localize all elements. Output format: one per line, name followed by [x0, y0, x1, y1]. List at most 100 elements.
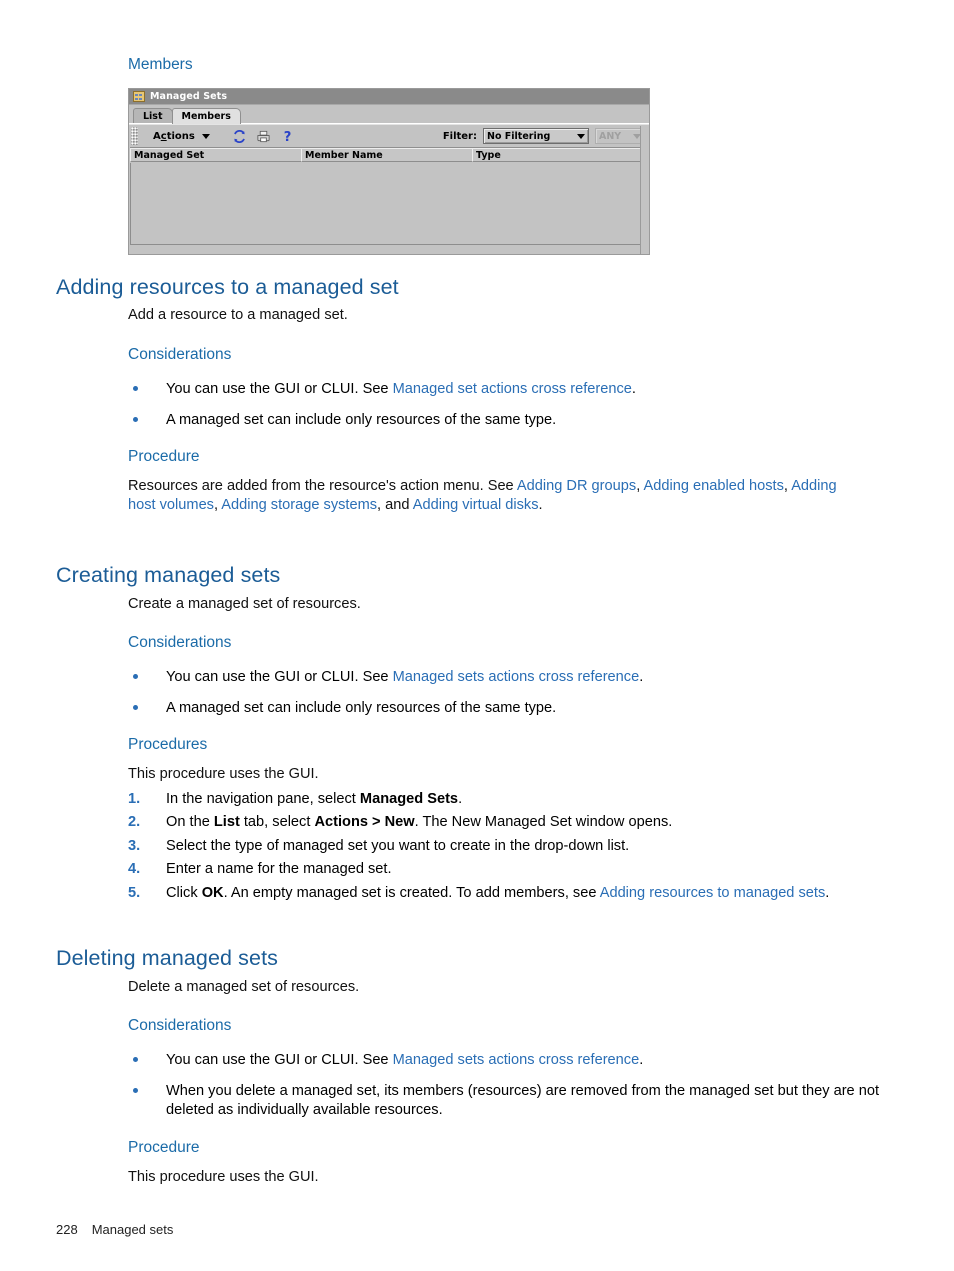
creating-procedures-heading: Procedures — [128, 736, 208, 753]
procedure-text-post: . — [538, 497, 543, 514]
list-item: A managed set can include only resources… — [128, 411, 888, 430]
step-bold-term: OK — [201, 884, 224, 901]
deleting-considerations-list: You can use the GUI or CLUI. See Managed… — [128, 1051, 888, 1132]
creating-steps-list: 1. In the navigation pane, select Manage… — [128, 790, 868, 907]
match-select-value: ANY — [599, 130, 622, 142]
step-number: 3. — [128, 837, 141, 854]
cross-reference-link[interactable]: Managed sets actions cross reference — [393, 1052, 640, 1068]
screenshot-toolbar: Ac tions ? Filter: No Filtering ANY — [129, 124, 649, 147]
step-text-mid: tab, select — [239, 814, 315, 831]
link-adding-enabled-hosts[interactable]: Adding enabled hosts — [644, 478, 784, 494]
list-item: You can use the GUI or CLUI. See Managed… — [128, 668, 888, 687]
chevron-down-icon — [577, 133, 585, 139]
creating-considerations-heading: Considerations — [128, 634, 232, 651]
filter-label: Filter: — [442, 130, 477, 142]
footer-section-label: Managed sets — [91, 1222, 174, 1237]
step-number: 1. — [128, 791, 141, 807]
sep: , — [636, 478, 644, 494]
print-icon[interactable] — [256, 129, 271, 144]
list-item: 3. Select the type of managed set you wa… — [128, 837, 868, 856]
footer-page-number: 228 — [56, 1222, 78, 1237]
managed-sets-icon — [133, 91, 145, 102]
page-subheading-members: Members — [128, 56, 193, 73]
column-header-managed-set[interactable]: Managed Set — [130, 148, 302, 162]
list-item: 4. Enter a name for the managed set. — [128, 860, 868, 879]
filter-select[interactable]: No Filtering — [483, 128, 589, 144]
step-number: 2. — [128, 814, 141, 831]
svg-text:?: ? — [284, 130, 292, 144]
step-bold-term-2: Actions > New — [314, 814, 415, 831]
bullet-text: A managed set can include only resources… — [166, 411, 557, 428]
filter-controls: Filter: No Filtering ANY — [443, 128, 645, 144]
link-adding-dr-groups[interactable]: Adding DR groups — [517, 478, 636, 494]
adding-considerations-list: You can use the GUI or CLUI. See Managed… — [128, 380, 888, 442]
bullet-dot-icon — [133, 1057, 138, 1062]
bullet-text: A managed set can include only resources… — [166, 699, 557, 716]
step-number: 5. — [128, 884, 141, 901]
bullet-text-post: . — [631, 381, 636, 397]
bullet-dot-icon — [133, 386, 138, 391]
link-adding-storage-systems[interactable]: Adding storage systems — [221, 497, 377, 513]
step-text-post: . The New Managed Set window opens. — [414, 814, 673, 831]
bullet-dot-icon — [133, 674, 138, 679]
page-footer: 228 Managed sets — [56, 1222, 173, 1237]
screenshot-tabstrip: List Members — [129, 105, 649, 124]
procedure-text-pre: Resources are added from the resource's … — [128, 478, 517, 494]
section-heading-deleting: Deleting managed sets — [56, 946, 279, 970]
column-header-type[interactable]: Type — [472, 148, 649, 162]
adding-intro-text: Add a resource to a managed set. — [128, 307, 348, 323]
bullet-text-pre: You can use the GUI or CLUI. See — [166, 381, 393, 397]
bullet-text-pre: You can use the GUI or CLUI. See — [166, 669, 393, 685]
managed-sets-screenshot: Managed Sets List Members Ac tions ? Fil… — [128, 88, 650, 255]
refresh-icon[interactable] — [232, 129, 247, 144]
chevron-down-icon — [201, 133, 210, 139]
cross-reference-link[interactable]: Managed sets actions cross reference — [393, 669, 640, 685]
link-adding-virtual-disks[interactable]: Adding virtual disks — [413, 497, 539, 513]
list-item: 1. In the navigation pane, select Manage… — [128, 790, 868, 809]
section-heading-creating: Creating managed sets — [56, 563, 281, 587]
list-item: 2. On the List tab, select Actions > New… — [128, 813, 868, 832]
table-right-rail — [640, 126, 649, 254]
tab-members-label: Members — [181, 111, 231, 122]
deleting-procedure-heading: Procedure — [128, 1139, 200, 1156]
members-table: Managed Set Member Name Type — [130, 147, 649, 245]
step-bold-term: Managed Sets — [359, 791, 459, 807]
adding-procedure-text: Resources are added from the resource's … — [128, 477, 868, 516]
filter-select-value: No Filtering — [487, 130, 551, 142]
bullet-text-post: . — [639, 669, 644, 685]
members-table-header: Managed Set Member Name Type — [130, 148, 649, 162]
toolbar-grip-handle[interactable] — [131, 127, 138, 145]
creating-intro-text: Create a managed set of resources. — [128, 596, 361, 612]
section-heading-adding: Adding resources to a managed set — [56, 275, 399, 299]
actions-menu-button[interactable]: Ac tions — [153, 131, 210, 142]
match-select: ANY — [595, 128, 645, 144]
document-page: Members Managed Sets List Members Ac tion… — [0, 0, 954, 1271]
sep: , and — [377, 497, 413, 514]
step-text-post: . An empty managed set is created. To ad… — [223, 884, 600, 901]
bullet-dot-icon — [133, 416, 138, 422]
screenshot-titlebar: Managed Sets — [129, 89, 649, 105]
screenshot-window-title: Managed Sets — [150, 91, 228, 102]
bullet-dot-icon — [133, 1087, 138, 1093]
step-text-pre: Click — [166, 884, 202, 901]
help-icon[interactable]: ? — [280, 129, 295, 144]
step-text-pre: In the navigation pane, select — [166, 791, 360, 807]
adding-procedure-heading: Procedure — [128, 448, 200, 465]
deleting-procedure-intro: This procedure uses the GUI. — [128, 1169, 319, 1185]
column-header-member-name[interactable]: Member Name — [301, 148, 473, 162]
list-item: 5. Click OK. An empty managed set is cre… — [128, 884, 868, 903]
toolbar-icon-group: ? — [232, 129, 295, 144]
deleting-considerations-heading: Considerations — [128, 1017, 232, 1034]
link-adding-resources-to-managed-sets[interactable]: Adding resources to managed sets — [600, 885, 826, 901]
actions-label-rest: tions — [166, 130, 195, 142]
tab-members[interactable]: Members — [171, 108, 241, 124]
adding-considerations-heading: Considerations — [128, 346, 232, 363]
bullet-text: When you delete a managed set, its membe… — [166, 1082, 880, 1118]
step-number: 4. — [128, 861, 141, 878]
cross-reference-link[interactable]: Managed set actions cross reference — [393, 381, 632, 397]
tab-list[interactable]: List — [133, 108, 173, 124]
list-item: A managed set can include only resources… — [128, 699, 888, 718]
step-bold-term: List — [213, 814, 240, 831]
bullet-text-pre: You can use the GUI or CLUI. See — [166, 1052, 393, 1068]
list-item: When you delete a managed set, its membe… — [128, 1082, 888, 1120]
